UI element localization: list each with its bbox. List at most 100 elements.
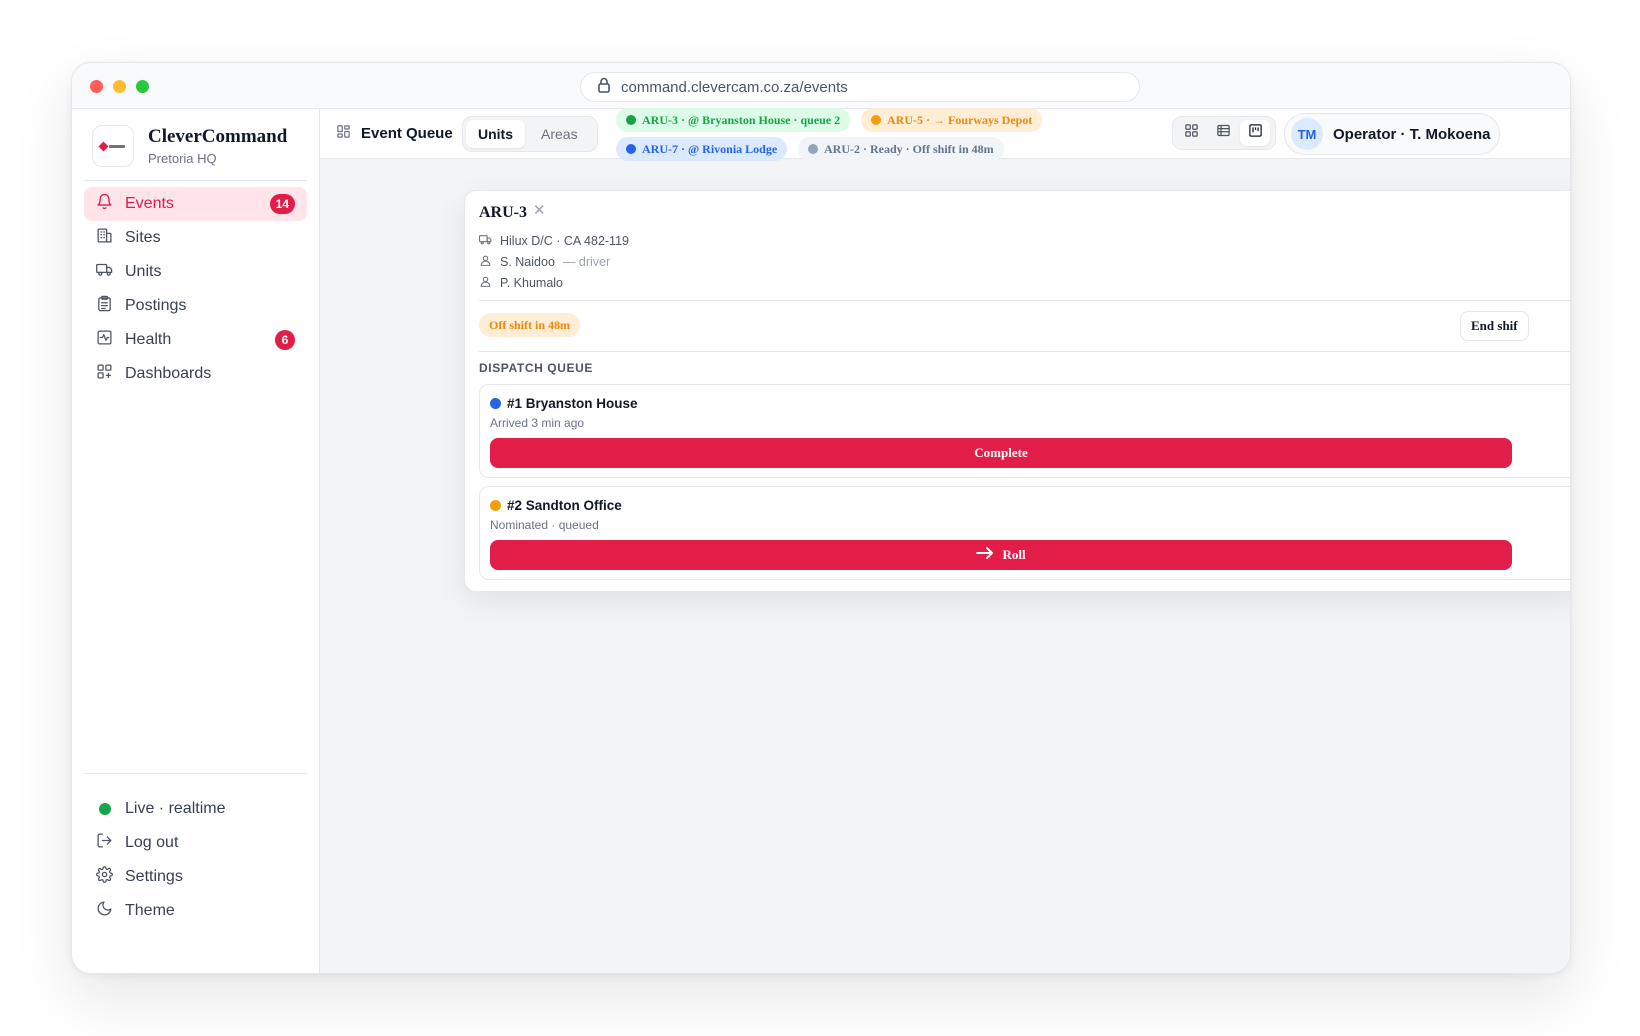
queue-item-title: #2 Sandton Office [507, 498, 622, 513]
brand-name: CleverCommand [148, 126, 288, 147]
grid-view-button[interactable] [1176, 120, 1206, 146]
segment-areas[interactable]: Areas [529, 120, 590, 148]
live-status-text: Live · realtime [125, 800, 226, 817]
sidebar-item-sites[interactable]: Sites [84, 221, 307, 255]
truck-icon [479, 233, 492, 249]
sidebar-item-label: Units [125, 263, 162, 280]
arrow-right-icon [976, 546, 994, 564]
clipboard-icon [96, 295, 113, 317]
grid-view-icon [1184, 123, 1199, 143]
avatar: TM [1291, 118, 1323, 150]
queue-item-header: #1 Bryanston House [490, 396, 638, 411]
brand-subtitle: Pretoria HQ [148, 151, 217, 166]
crew-name: P. Khumalo [500, 276, 564, 290]
vehicle-text: Hilux D/C · CA 482-119 [500, 234, 629, 248]
sidebar-item-label: Dashboards [125, 365, 212, 382]
card-divider [479, 351, 1570, 352]
unit-card-header: ARU-3 ✕ [479, 201, 546, 222]
theme-label: Theme [125, 902, 175, 919]
unit-chip-label: ARU-3 · @ Bryanston House · queue 2 [642, 112, 841, 127]
logout-label: Log out [125, 834, 179, 851]
sidebar-nav: Events 14 Sites Units Postings Health 6 [84, 187, 307, 391]
theme-toggle[interactable]: Theme [84, 894, 307, 928]
unit-chip-label: ARU-2 · Ready · Off shift in 48m [824, 141, 994, 156]
end-shift-button[interactable]: End shif [1460, 311, 1529, 341]
status-dot [808, 144, 818, 154]
close-window-button[interactable] [90, 80, 103, 93]
board-view-icon [1248, 123, 1263, 143]
unit-chip-aru-3[interactable]: ARU-3 · @ Bryanston House · queue 2 [616, 108, 851, 132]
dashboard-grid-icon [96, 363, 113, 385]
brand: CleverCommand Pretoria HQ [92, 125, 287, 167]
unit-chip-label: ARU-7 · @ Rivonia Lodge [642, 141, 778, 156]
brand-logo [92, 125, 134, 167]
lock-icon [597, 77, 611, 97]
logout-button[interactable]: Log out [84, 826, 307, 860]
browser-window: command.clevercam.co.za/events CleverCom… [71, 62, 1571, 974]
minimize-window-button[interactable] [113, 80, 126, 93]
sidebar-item-postings[interactable]: Postings [84, 289, 307, 323]
sidebar-item-units[interactable]: Units [84, 255, 307, 289]
maximize-window-button[interactable] [136, 80, 149, 93]
sidebar-item-events[interactable]: Events 14 [84, 187, 307, 221]
health-count-badge: 6 [275, 330, 295, 350]
settings-label: Settings [125, 868, 183, 885]
gear-icon [96, 866, 113, 888]
sidebar-footer-divider [84, 773, 307, 774]
sidebar-item-label: Health [125, 331, 172, 348]
queue-grid-icon [336, 124, 351, 143]
list-view-button[interactable] [1208, 120, 1238, 146]
unit-detail-card: ARU-3 ✕ Hilux D/C · CA 482-119 S. Naidoo… [464, 190, 1570, 592]
url-text: command.clevercam.co.za/events [621, 78, 848, 96]
unit-chip-aru-2[interactable]: ARU-2 · Ready · Off shift in 48m [798, 137, 1004, 161]
moon-icon [96, 900, 113, 922]
person-icon [479, 275, 492, 291]
sidebar-divider [84, 180, 307, 181]
roll-button[interactable]: Roll [490, 540, 1512, 570]
logout-icon [96, 832, 113, 854]
operator-menu[interactable]: TM Operator · T. Mokoena [1284, 113, 1500, 155]
person-icon [479, 254, 492, 270]
unit-chip-aru-7[interactable]: ARU-7 · @ Rivonia Lodge [616, 137, 788, 161]
queue-item-header: #2 Sandton Office [490, 498, 622, 513]
bell-icon [96, 193, 113, 215]
sidebar-item-dashboards[interactable]: Dashboards [84, 357, 307, 391]
live-status: Live · realtime [84, 792, 307, 826]
status-dot [626, 115, 636, 125]
sidebar-item-label: Postings [125, 297, 187, 314]
title-bar: command.clevercam.co.za/events [72, 63, 1570, 109]
address-bar[interactable]: command.clevercam.co.za/events [580, 72, 1140, 102]
unit-card-title: ARU-3 [479, 204, 527, 221]
board-view-button[interactable] [1240, 120, 1270, 146]
sidebar-item-label: Sites [125, 229, 161, 246]
status-dot [490, 500, 501, 511]
crew-name: S. Naidoo [500, 255, 555, 269]
unit-chip-label: ARU-5 · → Fourways Depot [887, 112, 1033, 127]
status-dot [490, 398, 501, 409]
sidebar: CleverCommand Pretoria HQ Events 14 Site… [72, 109, 320, 973]
page-title: Event Queue [361, 125, 453, 142]
sidebar-item-health[interactable]: Health 6 [84, 323, 307, 357]
activity-icon [96, 329, 113, 351]
roll-label: Roll [1002, 547, 1026, 562]
unit-chip-aru-5[interactable]: ARU-5 · → Fourways Depot [861, 108, 1043, 132]
dispatch-queue-label: DISPATCH QUEUE [479, 361, 593, 375]
building-icon [96, 227, 113, 249]
list-view-icon [1216, 123, 1231, 143]
view-mode-toggle [1172, 116, 1276, 150]
close-icon[interactable]: ✕ [533, 201, 546, 219]
sidebar-footer: Live · realtime Log out Settings Theme [84, 792, 307, 928]
segment-units[interactable]: Units [466, 120, 525, 148]
shift-status-badge: Off shift in 48m [479, 313, 580, 337]
status-dot [626, 144, 636, 154]
queue-item-subtitle: Arrived 3 min ago [490, 416, 585, 430]
crew-role: — driver [562, 255, 611, 269]
complete-label: Complete [974, 445, 1028, 460]
crew-member: P. Khumalo [479, 275, 563, 291]
truck-icon [96, 261, 113, 283]
settings-button[interactable]: Settings [84, 860, 307, 894]
queue-item-subtitle: Nominated · queued [490, 518, 599, 532]
operator-name: Operator · T. Mokoena [1333, 125, 1491, 143]
complete-button[interactable]: Complete [490, 438, 1512, 468]
live-status-dot [99, 803, 111, 815]
